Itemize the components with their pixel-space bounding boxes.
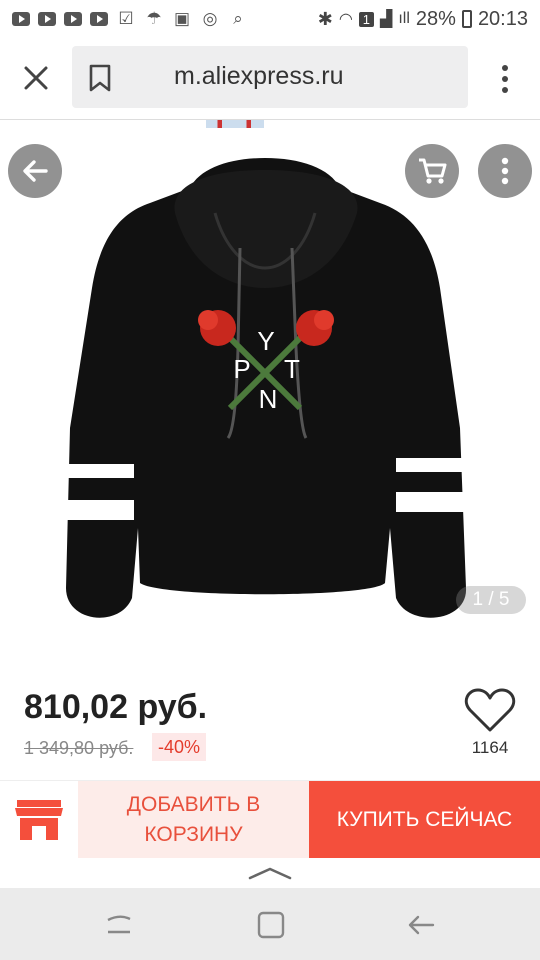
- product-image: Y P T N: [64, 158, 467, 618]
- checkbox-icon: ☑: [118, 9, 134, 28]
- product-gallery[interactable]: Y P T N 1 / 5: [0, 128, 540, 660]
- battery-percent: 28%: [415, 7, 456, 30]
- heart-icon: [464, 688, 516, 732]
- discount-badge: -40%: [152, 733, 207, 761]
- clock: 20:13: [477, 7, 528, 30]
- price-section: 810,02 руб. 1 349,80 руб. -40% 1164: [0, 660, 540, 772]
- current-price: 810,02 руб.: [24, 688, 208, 726]
- youtube-icon: [64, 12, 82, 26]
- left-sleeve-stripe: [66, 464, 134, 478]
- wishlist-button[interactable]: 1164: [464, 688, 516, 768]
- search-icon: ⌕: [233, 9, 243, 28]
- url-field[interactable]: m.aliexpress.ru: [72, 46, 468, 108]
- youtube-icon: [38, 12, 56, 26]
- add-to-cart-button[interactable]: ДОБАВИТЬ В КОРЗИНУ: [78, 781, 309, 859]
- wifi-icon: ◠: [338, 11, 353, 28]
- system-icons: ✱ ◠ 1 ▟ ıll 28% 20:13: [318, 8, 528, 31]
- camera-icon: ◎: [202, 9, 218, 28]
- store-button[interactable]: [0, 781, 78, 859]
- store-icon: [15, 800, 63, 840]
- chevron-up-icon: [248, 867, 292, 880]
- notification-icons: ☑ ☂ ▣ ◎ ⌕: [12, 9, 248, 29]
- home-icon[interactable]: [256, 910, 286, 940]
- buy-now-button[interactable]: КУПИТЬ СЕЙЧАС: [309, 781, 540, 859]
- right-sleeve-stripe: [396, 458, 462, 472]
- back-button[interactable]: [8, 144, 62, 198]
- previous-image-strip: [206, 120, 264, 128]
- image-counter: 1 / 5: [456, 586, 526, 614]
- umbrella-icon: ☂: [146, 9, 162, 28]
- more-vert-icon[interactable]: [490, 62, 520, 96]
- wishlist-count: 1164: [471, 738, 509, 757]
- cart-button[interactable]: [405, 144, 459, 198]
- close-icon[interactable]: [20, 62, 52, 94]
- battery-icon: [461, 10, 472, 28]
- browser-toolbar: m.aliexpress.ru: [0, 38, 540, 120]
- print-letter-y: Y: [257, 326, 274, 356]
- more-vert-icon: [501, 157, 509, 185]
- status-bar: ☑ ☂ ▣ ◎ ⌕ ✱ ◠ 1 ▟ ıll 28% 20:13: [0, 0, 540, 38]
- youtube-icon: [12, 12, 30, 26]
- signal-icon: ▟: [380, 11, 393, 28]
- bluetooth-icon: ✱: [317, 8, 333, 29]
- arrow-back-icon: [23, 160, 48, 182]
- print-letter-t: T: [284, 354, 300, 384]
- url-text: m.aliexpress.ru: [174, 62, 344, 90]
- back-nav-icon[interactable]: [406, 910, 436, 940]
- system-nav-bar: [0, 888, 540, 960]
- youtube-icon: [90, 12, 108, 26]
- bottom-sheet-handle[interactable]: [0, 858, 540, 888]
- shopping-cart-icon: [419, 158, 447, 184]
- original-price: 1 349,80 руб.: [24, 738, 134, 758]
- print-letter-p: P: [233, 354, 250, 384]
- bookmark-icon[interactable]: [88, 64, 112, 92]
- image-icon: ▣: [173, 9, 191, 28]
- more-options-button[interactable]: [478, 144, 532, 198]
- recent-apps-icon[interactable]: [104, 910, 134, 940]
- notification-count-badge: 1: [358, 11, 375, 27]
- signal-bars-icon: ıll: [398, 10, 410, 27]
- print-letter-n: N: [259, 384, 278, 414]
- action-bar: ДОБАВИТЬ В КОРЗИНУ КУПИТЬ СЕЙЧАС: [0, 780, 540, 859]
